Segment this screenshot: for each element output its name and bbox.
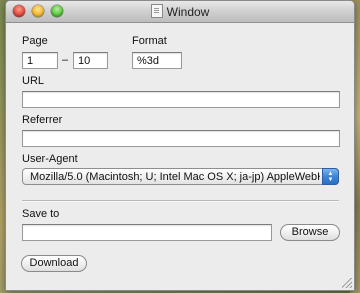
document-icon <box>150 4 163 18</box>
url-label: URL <box>22 75 45 87</box>
save-to-input[interactable] <box>22 224 272 241</box>
save-to-label: Save to <box>22 208 60 220</box>
format-input[interactable] <box>132 52 182 69</box>
up-down-arrows-icon: ▲ ▼ <box>322 168 339 185</box>
user-agent-selected-value: Mozilla/5.0 (Macintosh; U; Intel Mac OS … <box>30 171 320 183</box>
page-range-separator: – <box>62 54 69 66</box>
window-title-container: Window <box>6 4 354 19</box>
resize-grip-icon[interactable] <box>342 278 352 288</box>
referrer-label: Referrer <box>22 114 63 126</box>
format-label: Format <box>132 35 167 47</box>
download-button[interactable]: Download <box>21 255 87 272</box>
page-to-input[interactable] <box>73 52 108 69</box>
title-bar[interactable]: Window <box>6 1 354 23</box>
user-agent-label: User-Agent <box>22 153 78 165</box>
browse-button[interactable]: Browse <box>280 224 340 241</box>
user-agent-select[interactable]: Mozilla/5.0 (Macintosh; U; Intel Mac OS … <box>22 168 339 185</box>
section-divider <box>22 200 339 202</box>
url-input[interactable] <box>22 91 340 108</box>
window-title: Window <box>166 5 210 19</box>
page-from-input[interactable] <box>22 52 58 69</box>
page-label: Page <box>22 35 48 47</box>
app-window: Window Page – Format URL Referrer User-A… <box>5 0 355 291</box>
referrer-input[interactable] <box>22 130 340 147</box>
